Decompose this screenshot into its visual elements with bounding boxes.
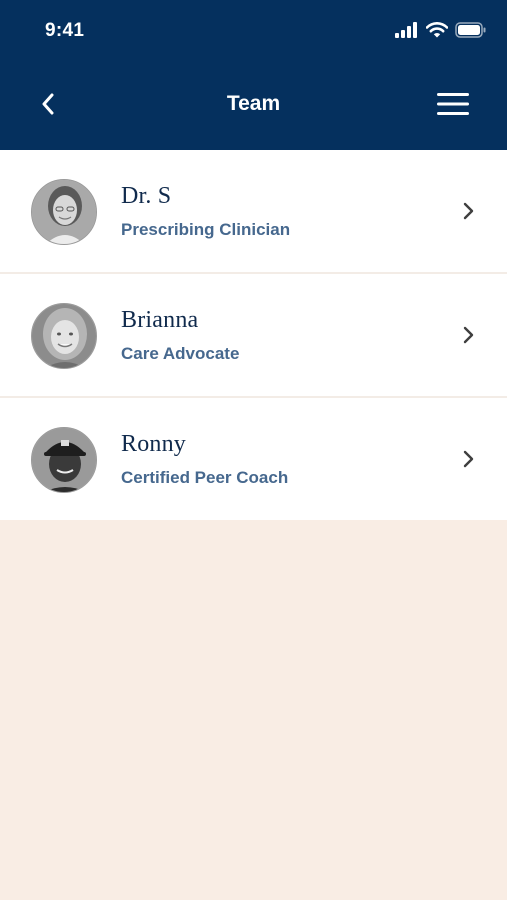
avatar (31, 303, 97, 369)
member-name: Brianna (121, 307, 199, 333)
nav-bar: Team (0, 62, 507, 150)
app-header: 9:41 Team (0, 0, 507, 150)
avatar (31, 427, 97, 493)
team-member-row[interactable]: Brianna Care Advocate (0, 274, 507, 398)
team-member-row[interactable]: Ronny Certified Peer Coach (0, 398, 507, 520)
menu-button[interactable] (435, 90, 471, 122)
team-member-row[interactable]: Dr. S Prescribing Clinician (0, 150, 507, 274)
status-bar: 9:41 (0, 0, 507, 62)
signal-icon (395, 22, 419, 43)
wifi-icon (425, 22, 449, 43)
hamburger-menu-icon (437, 92, 469, 120)
avatar (31, 179, 97, 245)
team-list: Dr. S Prescribing Clinician Brianna Care… (0, 150, 507, 520)
status-time: 9:41 (45, 20, 85, 41)
chevron-right-icon (461, 449, 477, 469)
member-name: Dr. S (121, 183, 172, 209)
chevron-right-icon (461, 201, 477, 221)
page-title: Team (226, 92, 281, 115)
member-name: Ronny (121, 431, 187, 457)
member-role: Prescribing Clinician (121, 220, 291, 239)
member-role: Care Advocate (121, 344, 240, 363)
battery-icon (455, 22, 487, 43)
status-icons (395, 22, 487, 43)
chevron-right-icon (461, 325, 477, 345)
member-role: Certified Peer Coach (121, 468, 289, 487)
